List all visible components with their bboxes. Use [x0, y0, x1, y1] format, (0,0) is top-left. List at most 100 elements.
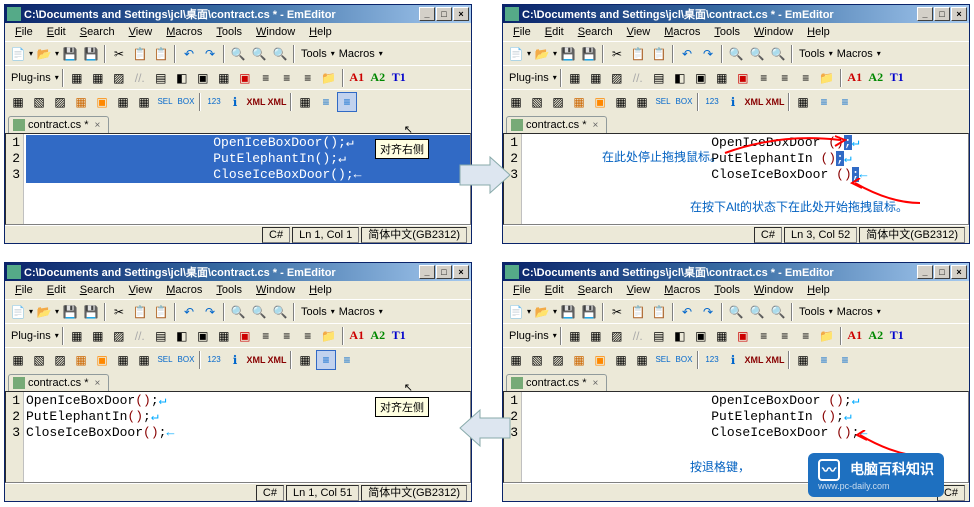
plugin-icon[interactable]: ▦ — [712, 68, 732, 88]
menu-edit[interactable]: Edit — [41, 283, 72, 297]
saveall-icon[interactable]: 💾 — [579, 302, 599, 322]
btn-icon[interactable]: ▦ — [8, 92, 28, 112]
xml-icon[interactable]: XML — [267, 350, 287, 370]
paste-icon[interactable]: 📋 — [649, 302, 669, 322]
new-icon[interactable]: 📄 — [506, 302, 526, 322]
plugin-icon[interactable]: ≡ — [796, 326, 816, 346]
undo-icon[interactable]: ↶ — [179, 44, 199, 64]
new-icon[interactable]: 📄 — [8, 302, 28, 322]
btn-icon[interactable]: ▦ — [569, 92, 589, 112]
btn-icon[interactable]: ▦ — [71, 92, 91, 112]
macros-label[interactable]: Macros — [336, 306, 378, 318]
menu-file[interactable]: File — [507, 283, 537, 297]
tools-label[interactable]: Tools — [298, 48, 330, 60]
saveall-icon[interactable]: 💾 — [81, 44, 101, 64]
menu-tools[interactable]: Tools — [210, 283, 248, 297]
menu-edit[interactable]: Edit — [41, 25, 72, 39]
minimize-button[interactable]: _ — [917, 7, 933, 21]
cut-icon[interactable]: ✂ — [109, 302, 129, 322]
plugin-icon[interactable]: ◧ — [670, 326, 690, 346]
find-icon[interactable]: 🔍 — [228, 44, 248, 64]
tab-contract[interactable]: contract.cs * × — [506, 374, 607, 391]
btn-icon[interactable]: ▦ — [8, 350, 28, 370]
plugin-icon[interactable]: ▣ — [691, 326, 711, 346]
plugin-icon[interactable]: ▨ — [109, 326, 129, 346]
align-icon[interactable]: ▦ — [295, 92, 315, 112]
align-left-icon[interactable]: ≡ — [814, 350, 834, 370]
xml-icon[interactable]: XML — [267, 92, 287, 112]
copy-icon[interactable]: 📋 — [130, 302, 150, 322]
xml-icon[interactable]: XML — [744, 92, 764, 112]
num-icon[interactable]: 123 — [204, 350, 224, 370]
a1-icon[interactable]: A1 — [347, 326, 367, 346]
plugin-icon[interactable]: ◧ — [172, 326, 192, 346]
box-icon[interactable]: BOX — [674, 92, 694, 112]
align-icon[interactable]: ▦ — [793, 350, 813, 370]
new-icon[interactable]: 📄 — [506, 44, 526, 64]
saveall-icon[interactable]: 💾 — [579, 44, 599, 64]
macros-label[interactable]: Macros — [336, 48, 378, 60]
plugin-icon[interactable]: ≡ — [256, 326, 276, 346]
num-icon[interactable]: 123 — [204, 92, 224, 112]
a2-icon[interactable]: A2 — [866, 68, 886, 88]
findprev-icon[interactable]: 🔍 — [747, 302, 767, 322]
plugin-icon[interactable]: ▦ — [88, 68, 108, 88]
plugin-icon[interactable]: ▣ — [193, 326, 213, 346]
sel-icon[interactable]: SEL — [155, 350, 175, 370]
plugin-icon[interactable]: //. — [628, 68, 648, 88]
minimize-button[interactable]: _ — [917, 265, 933, 279]
plugin-icon[interactable]: ▣ — [733, 68, 753, 88]
xml-icon[interactable]: XML — [765, 92, 785, 112]
plugin-icon[interactable]: ≡ — [298, 68, 318, 88]
num-icon[interactable]: 123 — [702, 92, 722, 112]
sel-icon[interactable]: SEL — [155, 92, 175, 112]
t1-icon[interactable]: T1 — [389, 326, 409, 346]
plugins-label[interactable]: Plug-ins — [506, 72, 552, 84]
menu-macros[interactable]: Macros — [160, 283, 208, 297]
plugin-icon[interactable]: ▨ — [109, 68, 129, 88]
align-icon[interactable]: ▦ — [295, 350, 315, 370]
menu-edit[interactable]: Edit — [539, 25, 570, 39]
btn-icon[interactable]: ▦ — [611, 350, 631, 370]
btn-icon[interactable]: ▣ — [590, 92, 610, 112]
plugin-icon[interactable]: ≡ — [277, 68, 297, 88]
saveall-icon[interactable]: 💾 — [81, 302, 101, 322]
plugin-icon[interactable]: ▤ — [151, 68, 171, 88]
plugin-icon[interactable]: ▦ — [586, 326, 606, 346]
close-button[interactable]: × — [951, 265, 967, 279]
find-icon[interactable]: 🔍 — [726, 302, 746, 322]
btn-icon[interactable]: ▦ — [632, 92, 652, 112]
findnext-icon[interactable]: 🔍 — [768, 302, 788, 322]
open-icon[interactable]: 📂 — [34, 44, 54, 64]
plugin-icon[interactable]: ▦ — [67, 326, 87, 346]
menu-help[interactable]: Help — [303, 25, 338, 39]
i-icon[interactable]: ℹ — [225, 92, 245, 112]
maximize-button[interactable]: □ — [436, 265, 452, 279]
menu-search[interactable]: Search — [74, 25, 121, 39]
findnext-icon[interactable]: 🔍 — [270, 44, 290, 64]
a2-icon[interactable]: A2 — [368, 326, 388, 346]
menu-tools[interactable]: Tools — [708, 25, 746, 39]
plugin-icon[interactable]: 📁 — [319, 326, 339, 346]
plugin-icon[interactable]: 📁 — [319, 68, 339, 88]
menu-window[interactable]: Window — [250, 283, 301, 297]
btn-icon[interactable]: ▨ — [548, 92, 568, 112]
plugin-icon[interactable]: ▦ — [214, 68, 234, 88]
plugin-icon[interactable]: ≡ — [298, 326, 318, 346]
align-right-icon[interactable]: ≡ — [835, 92, 855, 112]
redo-icon[interactable]: ↷ — [200, 44, 220, 64]
plugin-icon[interactable]: ▤ — [151, 326, 171, 346]
i-icon[interactable]: ℹ — [225, 350, 245, 370]
redo-icon[interactable]: ↷ — [698, 44, 718, 64]
btn-icon[interactable]: ▦ — [71, 350, 91, 370]
plugin-icon[interactable]: ▦ — [712, 326, 732, 346]
plugin-icon[interactable]: ≡ — [256, 68, 276, 88]
save-icon[interactable]: 💾 — [558, 44, 578, 64]
menu-help[interactable]: Help — [303, 283, 338, 297]
box-icon[interactable]: BOX — [674, 350, 694, 370]
btn-icon[interactable]: ▦ — [506, 350, 526, 370]
save-icon[interactable]: 💾 — [60, 44, 80, 64]
save-icon[interactable]: 💾 — [558, 302, 578, 322]
a1-icon[interactable]: A1 — [845, 68, 865, 88]
maximize-button[interactable]: □ — [436, 7, 452, 21]
